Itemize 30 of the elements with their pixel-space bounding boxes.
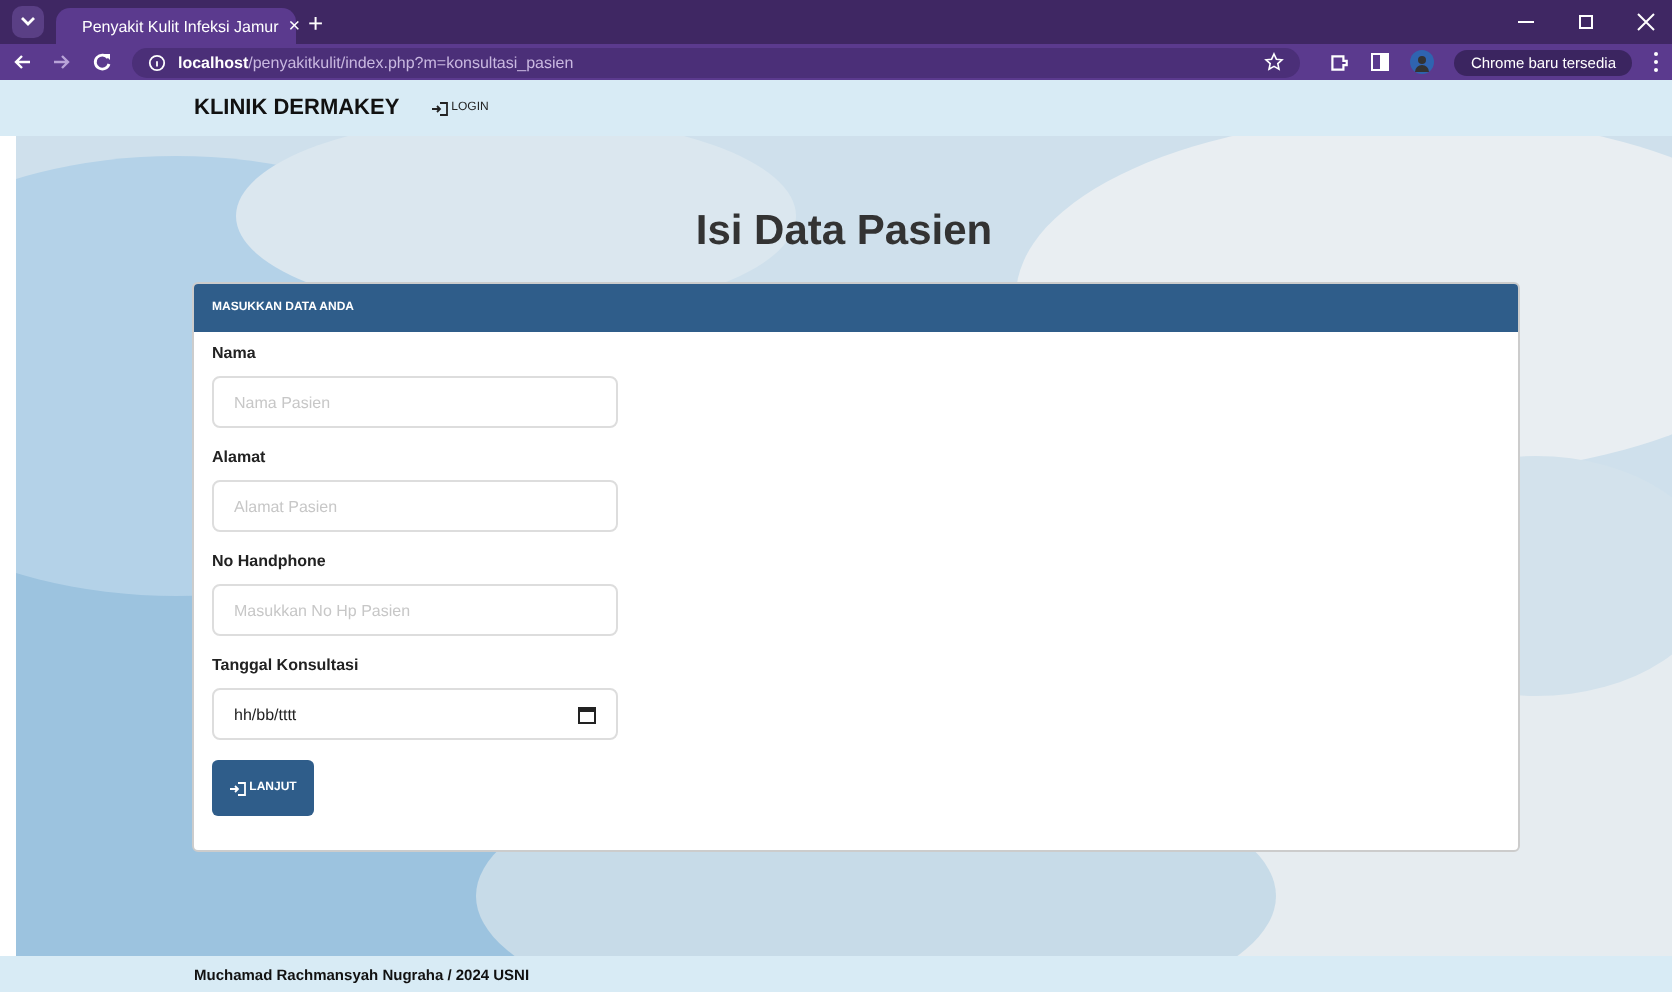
restore-icon[interactable] (1576, 12, 1596, 32)
brand-name[interactable]: KLINIK DERMAKEY (194, 96, 400, 120)
field-label: Nama (212, 344, 258, 362)
reload-icon[interactable] (92, 52, 112, 72)
field-label: Tanggal Konsultasi (212, 656, 361, 674)
page-title: Isi Data Pasien (695, 208, 993, 256)
field-label: No Handphone (212, 552, 328, 570)
field-label: Alamat (212, 448, 268, 466)
input-field[interactable]: Alamat Pasien (212, 480, 618, 532)
close-icon[interactable] (1636, 12, 1656, 32)
input-field[interactable]: Nama Pasien (212, 376, 618, 428)
kebab-menu-icon[interactable] (1652, 50, 1660, 74)
close-tab-button[interactable]: × (288, 15, 301, 37)
login-icon (431, 101, 448, 115)
browser-tab[interactable]: Penyakit Kulit Infeksi Jamur × (56, 8, 296, 44)
login-icon (229, 781, 246, 795)
sidepanel-icon[interactable] (1370, 52, 1391, 72)
forward-icon[interactable] (52, 52, 72, 72)
date-field[interactable]: hh/bb/tttt (212, 688, 618, 740)
puzzle-icon[interactable] (1328, 51, 1351, 73)
tab-search-button[interactable] (12, 6, 44, 38)
calendar-icon[interactable] (578, 705, 596, 723)
url-text: localhost/penyakitkulit/index.php?m=konsultasi_pasien (178, 53, 574, 71)
back-icon[interactable] (12, 52, 32, 72)
chevron-icon (20, 16, 36, 28)
address-bar[interactable]: localhost/penyakitkulit/index.php?m=konsultasi_pasien (132, 47, 1301, 77)
star-icon[interactable] (1264, 52, 1285, 72)
input-field[interactable]: Masukkan No Hp Pasien (212, 584, 618, 636)
info-icon (148, 53, 166, 71)
new-tab-button[interactable]: + (308, 8, 324, 38)
